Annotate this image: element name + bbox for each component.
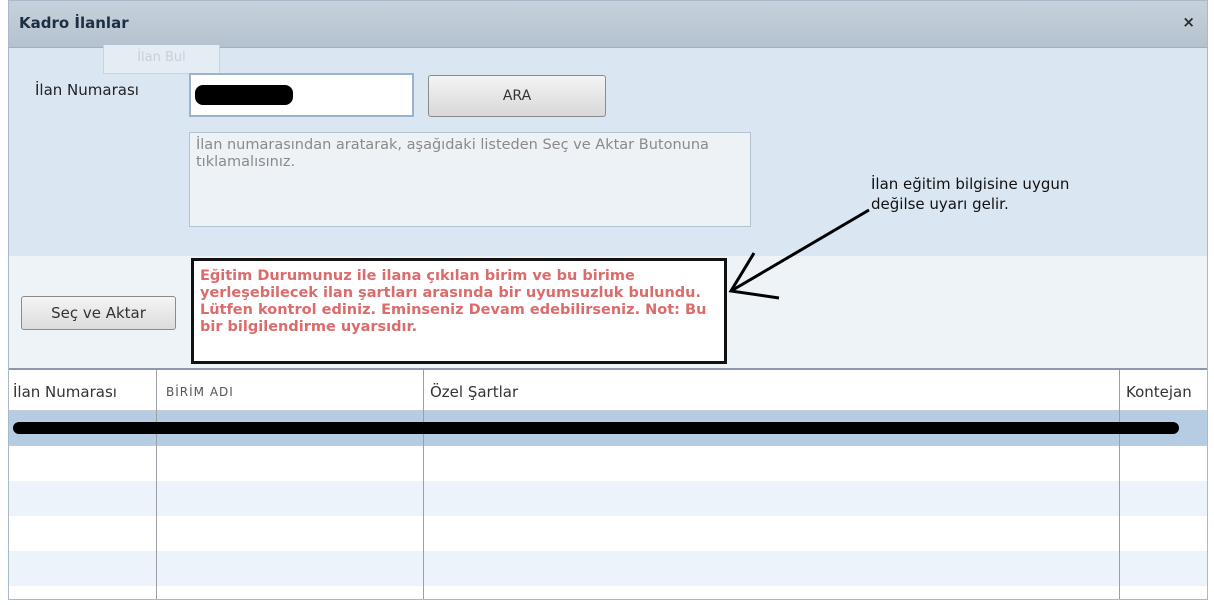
column-header-ozel-sartlar[interactable]: Özel Şartlar (430, 383, 518, 401)
grid-column (156, 370, 424, 599)
kadro-ilanlar-window: Kadro İlanlar × İlan Bul İlan Numarası A… (8, 0, 1208, 600)
column-header-birim-adi[interactable]: BİRİM ADI (166, 385, 234, 399)
ilan-grid: İlan Numarası BİRİM ADI Özel Şartlar Kon… (9, 368, 1207, 599)
redaction-line (13, 422, 1179, 434)
column-header-kontejan[interactable]: Kontejan (1126, 383, 1192, 401)
grid-column (9, 370, 157, 599)
grid-column (423, 370, 1120, 599)
column-header-ilan-numarasi[interactable]: İlan Numarası (13, 383, 117, 401)
